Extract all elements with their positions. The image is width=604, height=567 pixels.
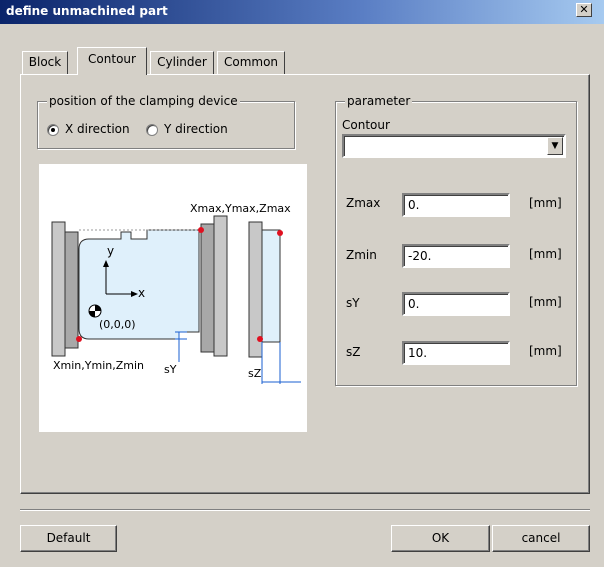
tab-contour-label: Contour xyxy=(88,52,136,66)
tab-panel-contour: position of the clamping device X direct… xyxy=(20,74,590,494)
zmin-input[interactable]: -20. xyxy=(402,244,510,268)
ok-button[interactable]: OK xyxy=(391,525,490,552)
min-point xyxy=(76,336,82,342)
radio-button-unchecked[interactable] xyxy=(146,124,158,136)
sz-value: 10. xyxy=(408,346,428,360)
cancel-button[interactable]: cancel xyxy=(492,525,590,552)
side-max-point xyxy=(277,230,283,236)
zmin-unit: [mm] xyxy=(529,247,562,261)
radio-x-label: X direction xyxy=(65,122,130,136)
radio-button-checked[interactable] xyxy=(47,124,59,136)
close-button[interactable]: ✕ xyxy=(576,3,592,17)
field-label-zmin: Zmin xyxy=(346,248,377,262)
sz-input[interactable]: 10. xyxy=(402,341,510,365)
right-jaw-inner xyxy=(200,223,215,353)
tab-cylinder[interactable]: Cylinder xyxy=(150,51,214,74)
field-label-sy: sY xyxy=(346,296,360,310)
max-label: Xmax,Ymax,Zmax xyxy=(190,202,291,215)
radio-x-direction[interactable]: X direction xyxy=(47,122,157,138)
zmin-value: -20. xyxy=(408,249,432,263)
radio-y-label: Y direction xyxy=(164,122,228,136)
clamping-legend: position of the clamping device xyxy=(47,94,240,108)
tab-cylinder-label: Cylinder xyxy=(157,55,207,69)
parameter-legend: parameter xyxy=(345,94,413,108)
zmax-input[interactable]: 0. xyxy=(402,193,510,217)
close-icon: ✕ xyxy=(579,3,589,16)
workpiece-contour xyxy=(78,229,200,340)
dropdown-button[interactable]: ▼ xyxy=(547,137,563,155)
left-jaw-outer xyxy=(51,221,66,357)
window-title: define unmachined part xyxy=(6,4,168,18)
sz-label: sZ xyxy=(248,367,262,380)
sy-input[interactable]: 0. xyxy=(402,292,510,316)
radio-y-direction[interactable]: Y direction xyxy=(146,122,256,138)
max-point xyxy=(198,227,204,233)
field-label-sz: sZ xyxy=(346,345,361,359)
chevron-down-icon: ▼ xyxy=(551,141,559,151)
sz-unit: [mm] xyxy=(529,344,562,358)
clamping-diagram: Xmax,Ymax,Zmax Xmin,Ymin,Zmin (0,0,0) y … xyxy=(39,164,307,432)
min-label: Xmin,Ymin,Zmin xyxy=(53,359,145,372)
contour-dropdown[interactable]: ▼ xyxy=(342,134,566,158)
sy-label: sY xyxy=(164,363,177,376)
sy-value: 0. xyxy=(408,297,420,311)
tab-contour[interactable]: Contour xyxy=(77,47,147,75)
ok-button-label: OK xyxy=(431,531,450,545)
x-axis-label: x xyxy=(138,286,146,300)
side-min-point xyxy=(257,336,263,342)
left-jaw-inner xyxy=(64,231,79,349)
tab-common-label: Common xyxy=(223,55,279,69)
tab-common[interactable]: Common xyxy=(217,51,285,74)
zmax-unit: [mm] xyxy=(529,196,562,210)
title-bar[interactable]: define unmachined part ✕ xyxy=(0,0,604,24)
field-label-zmax: Zmax xyxy=(346,196,381,210)
origin-label: (0,0,0) xyxy=(99,318,136,331)
default-button[interactable]: Default xyxy=(20,525,117,552)
tab-block-label: Block xyxy=(28,55,62,69)
cancel-button-label: cancel xyxy=(521,531,561,545)
zmax-value: 0. xyxy=(408,198,420,212)
sy-unit: [mm] xyxy=(529,295,562,309)
separator xyxy=(20,509,590,511)
tab-block[interactable]: Block xyxy=(22,51,68,74)
y-axis-label: y xyxy=(107,244,115,258)
contour-label: Contour xyxy=(342,118,390,132)
side-part xyxy=(261,229,281,343)
right-jaw-outer xyxy=(213,215,228,357)
default-button-label: Default xyxy=(46,531,91,545)
